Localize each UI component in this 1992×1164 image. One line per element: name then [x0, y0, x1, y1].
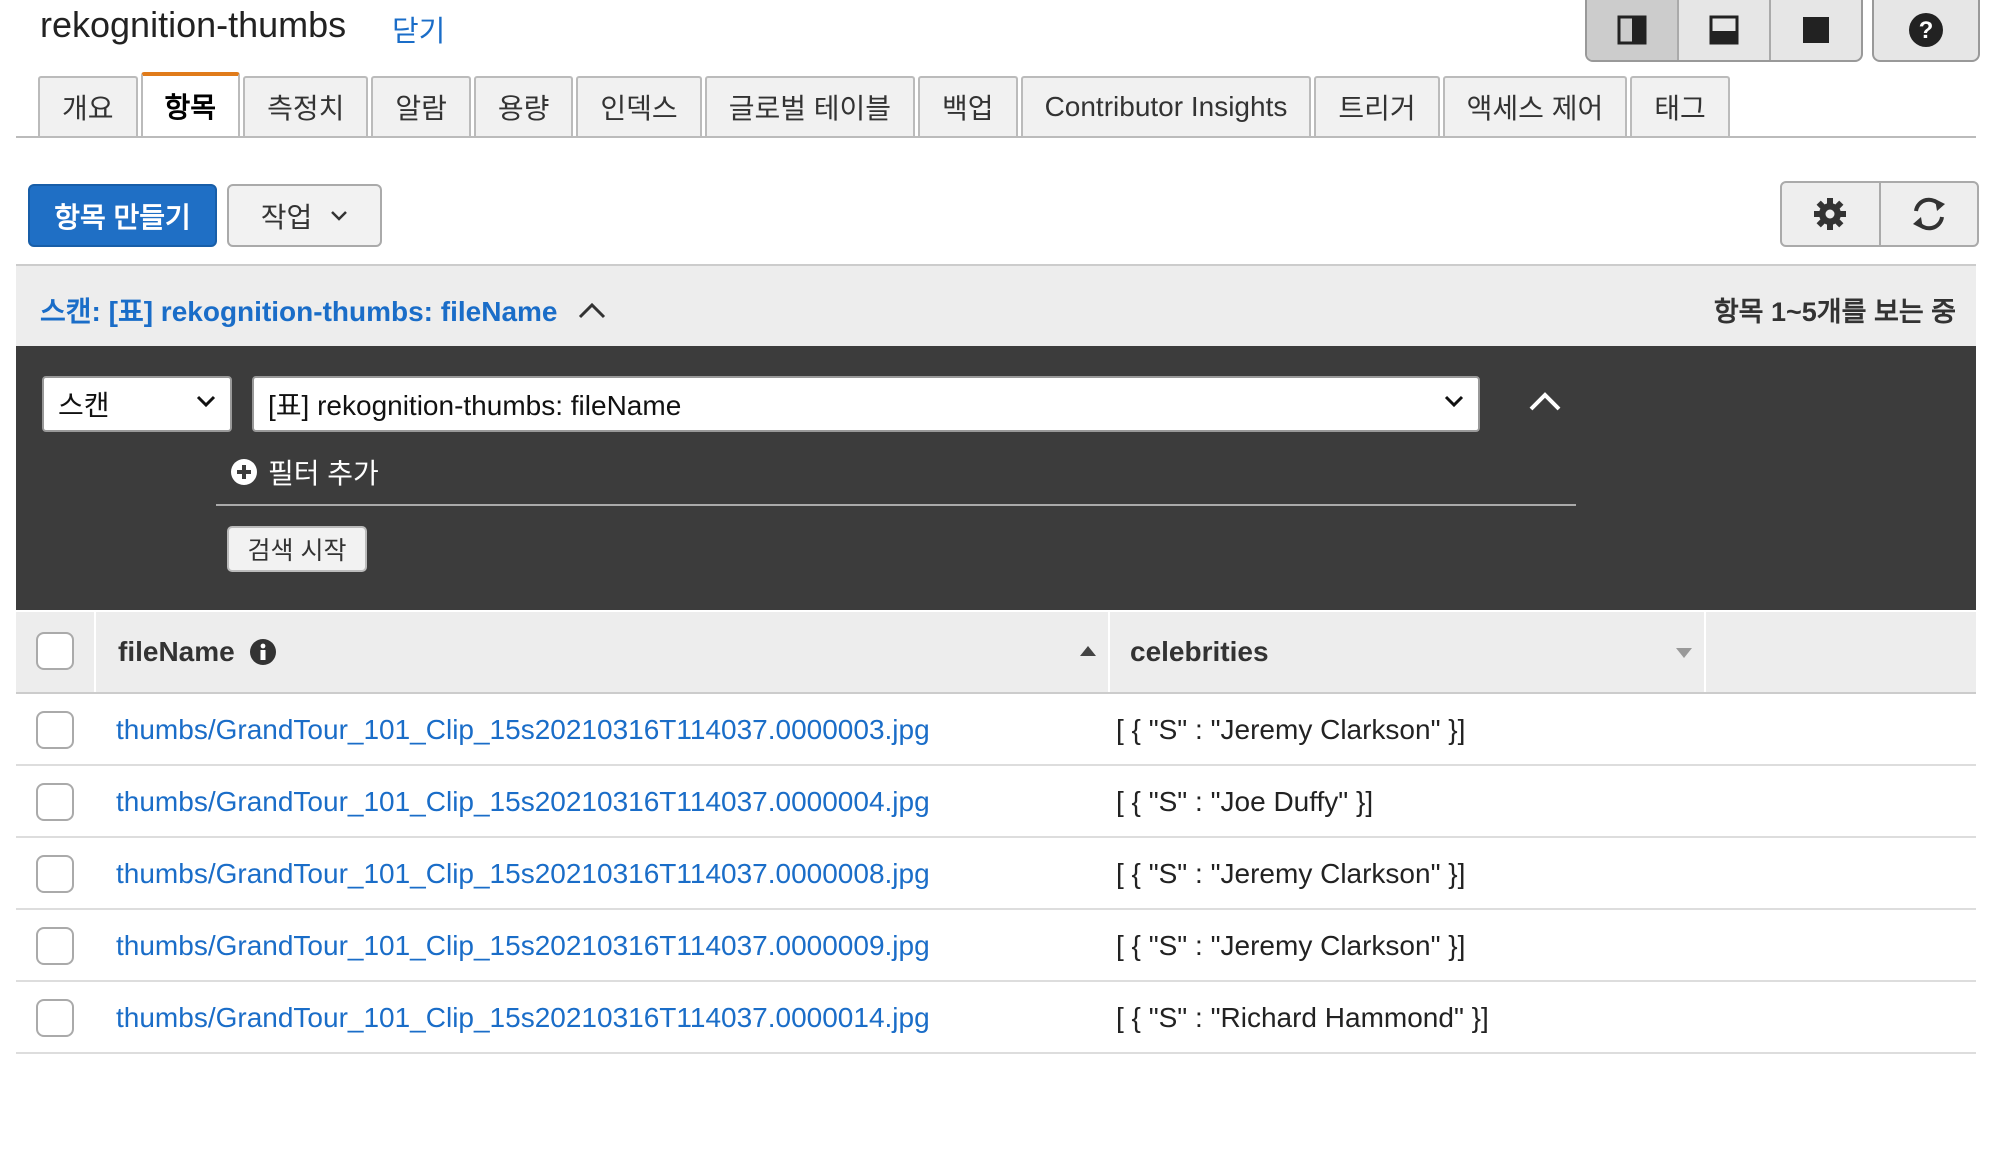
- filename-link[interactable]: thumbs/GrandTour_101_Clip_15s20210316T11…: [116, 838, 930, 910]
- full-panel-icon: [1803, 17, 1829, 43]
- column-header-filename[interactable]: fileName: [96, 612, 1110, 692]
- tab-items[interactable]: 항목: [140, 72, 241, 136]
- table-row[interactable]: thumbs/GrandTour_101_Clip_15s20210316T11…: [16, 838, 1976, 910]
- create-item-button[interactable]: 항목 만들기: [28, 184, 217, 247]
- settings-button[interactable]: [1782, 183, 1881, 245]
- full-view-button[interactable]: [1771, 0, 1861, 60]
- celebrities-cell: [ { "S" : "Jeremy Clarkson" }]: [1116, 930, 1466, 961]
- index-select-value: [표] rekognition-thumbs: fileName: [268, 390, 682, 421]
- info-icon[interactable]: [249, 638, 277, 666]
- item-count: 항목 1~5개를 보는 중: [1713, 297, 1956, 327]
- tab-indexes[interactable]: 인덱스: [576, 76, 702, 136]
- index-select[interactable]: [표] rekognition-thumbs: fileName: [252, 376, 1480, 432]
- query-panel: 스캔 [표] rekognition-thumbs: fileName 필터 추…: [16, 346, 1976, 610]
- sort-ascending-icon: [1080, 646, 1096, 656]
- view-mode-group: [1585, 0, 1863, 62]
- table-row[interactable]: thumbs/GrandTour_101_Clip_15s20210316T11…: [16, 694, 1976, 766]
- tab-metrics[interactable]: 측정치: [243, 76, 369, 136]
- split-horizontal-view-button[interactable]: [1679, 0, 1771, 60]
- tab-overview[interactable]: 개요: [38, 76, 138, 136]
- filename-link[interactable]: thumbs/GrandTour_101_Clip_15s20210316T11…: [116, 766, 930, 838]
- tab-triggers[interactable]: 트리거: [1314, 76, 1440, 136]
- table-tools: [1780, 181, 1979, 247]
- row-checkbox[interactable]: [36, 855, 74, 893]
- tab-alarms[interactable]: 알람: [371, 76, 471, 136]
- scan-header: 스캔: [표] rekognition-thumbs: fileName 항목 …: [16, 264, 1976, 346]
- split-vertical-view-button[interactable]: [1587, 0, 1679, 60]
- filename-link[interactable]: thumbs/GrandTour_101_Clip_15s20210316T11…: [116, 694, 930, 766]
- column-header-celebrities[interactable]: celebrities: [1112, 612, 1706, 692]
- table-row[interactable]: thumbs/GrandTour_101_Clip_15s20210316T11…: [16, 766, 1976, 838]
- tab-capacity[interactable]: 용량: [473, 76, 574, 136]
- select-all-cell: [16, 612, 96, 692]
- tab-contributor-insights[interactable]: Contributor Insights: [1020, 76, 1312, 136]
- gear-icon: [1814, 198, 1847, 230]
- row-checkbox[interactable]: [36, 927, 74, 965]
- filter-divider: [216, 504, 1576, 506]
- celebrities-cell: [ { "S" : "Joe Duffy" }]: [1116, 786, 1374, 817]
- row-checkbox[interactable]: [36, 999, 74, 1037]
- actions-label: 작업: [260, 201, 313, 233]
- close-link[interactable]: 닫기: [392, 8, 445, 50]
- tab-global-tables[interactable]: 글로벌 테이블: [704, 76, 916, 136]
- collapse-panel-icon[interactable]: [1528, 390, 1562, 412]
- tab-backups[interactable]: 백업: [918, 76, 1018, 136]
- tab-bar: 개요 항목 측정치 알람 용량 인덱스 글로벌 테이블 백업 Contribut…: [38, 72, 1733, 136]
- refresh-icon: [1912, 197, 1945, 231]
- celebrities-cell: [ { "S" : "Jeremy Clarkson" }]: [1116, 714, 1466, 745]
- chevron-down-icon: [1444, 395, 1464, 408]
- plus-circle-icon: [231, 459, 257, 485]
- scan-toggle[interactable]: 스캔: [표] rekognition-thumbs: fileName: [40, 290, 606, 330]
- tab-divider: [16, 136, 1976, 138]
- operation-select[interactable]: 스캔: [42, 376, 232, 432]
- tab-access-control[interactable]: 액세스 제어: [1442, 76, 1628, 136]
- filename-link[interactable]: thumbs/GrandTour_101_Clip_15s20210316T11…: [116, 982, 930, 1054]
- split-horizontal-icon: [1709, 15, 1739, 45]
- select-all-checkbox[interactable]: [36, 632, 74, 670]
- table-row[interactable]: thumbs/GrandTour_101_Clip_15s20210316T11…: [16, 982, 1976, 1054]
- add-filter-label: 필터 추가: [268, 458, 379, 489]
- split-vertical-icon: [1617, 15, 1647, 45]
- filename-link[interactable]: thumbs/GrandTour_101_Clip_15s20210316T11…: [116, 910, 930, 982]
- svg-text:?: ?: [1919, 17, 1934, 44]
- help-icon: ?: [1909, 13, 1943, 47]
- tab-tags[interactable]: 태그: [1630, 76, 1730, 136]
- celebrities-cell: [ { "S" : "Richard Hammond" }]: [1116, 1002, 1489, 1033]
- table-row[interactable]: thumbs/GrandTour_101_Clip_15s20210316T11…: [16, 910, 1976, 982]
- chevron-up-icon: [578, 302, 605, 319]
- scan-title: 스캔: [표] rekognition-thumbs: fileName: [40, 296, 558, 327]
- operation-select-value: 스캔: [58, 390, 110, 421]
- sort-descending-icon: [1676, 648, 1692, 658]
- column-label-filename: fileName: [118, 636, 235, 667]
- chevron-down-icon: [331, 210, 348, 221]
- row-checkbox[interactable]: [36, 711, 74, 749]
- refresh-button[interactable]: [1881, 183, 1978, 245]
- table-title: rekognition-thumbs: [40, 4, 347, 45]
- help-button[interactable]: ?: [1872, 0, 1980, 62]
- row-checkbox[interactable]: [36, 783, 74, 821]
- column-label-celebrities: celebrities: [1130, 636, 1269, 667]
- table-header: fileName celebrities: [16, 612, 1976, 694]
- start-search-button[interactable]: 검색 시작: [227, 526, 367, 572]
- chevron-down-icon: [196, 395, 216, 408]
- add-filter-button[interactable]: 필터 추가: [230, 452, 379, 492]
- celebrities-cell: [ { "S" : "Jeremy Clarkson" }]: [1116, 858, 1466, 889]
- actions-dropdown-button[interactable]: 작업: [227, 184, 382, 247]
